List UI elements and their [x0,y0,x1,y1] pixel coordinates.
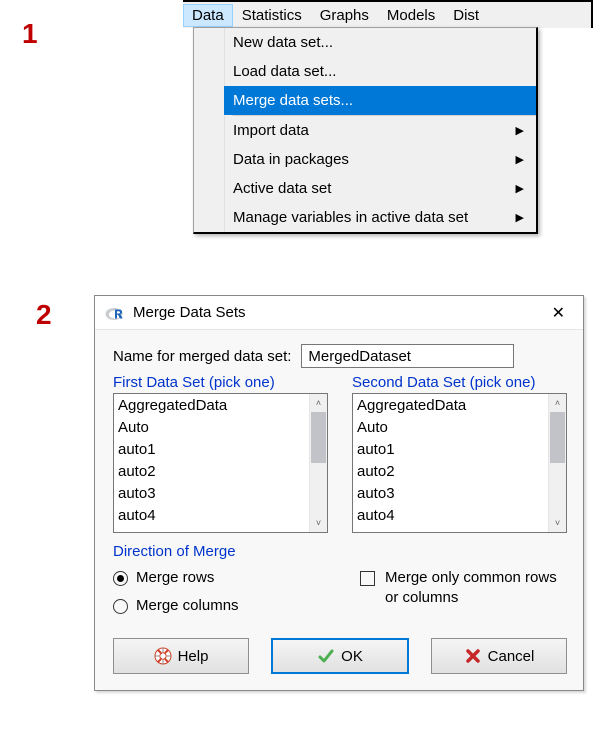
first-data-set-label: First Data Set (pick one) [113,374,328,391]
radio-label: Merge columns [136,592,239,620]
menu-item-label: New data set... [233,34,333,51]
scrollbar[interactable]: ˄ ˅ [548,394,566,532]
second-data-set-listbox[interactable]: AggregatedData Auto auto1 auto2 auto3 au… [352,393,567,533]
menu-item-label: Load data set... [233,63,336,80]
lifebuoy-icon [154,647,172,665]
list-item[interactable]: Auto [118,417,305,439]
merge-data-sets-dialog: Merge Data Sets ✕ Name for merged data s… [94,295,584,691]
dialog-titlebar: Merge Data Sets ✕ [95,296,583,330]
scroll-thumb[interactable] [550,412,565,463]
menu-statistics[interactable]: Statistics [233,4,311,27]
menu-item-label: Active data set [233,180,331,197]
menu-graphs[interactable]: Graphs [311,4,378,27]
radio-label: Merge rows [136,564,214,592]
chevron-right-icon: ▶ [516,182,524,195]
list-item[interactable]: auto4 [357,505,544,527]
list-item[interactable]: auto1 [118,439,305,461]
direction-of-merge-label: Direction of Merge [113,543,567,560]
list-item[interactable]: Auto [357,417,544,439]
second-data-set-label: Second Data Set (pick one) [352,374,567,391]
chevron-right-icon: ▶ [516,124,524,137]
chevron-right-icon: ▶ [516,153,524,166]
chevron-right-icon: ▶ [516,211,524,224]
scroll-down-icon[interactable]: ˅ [310,514,327,532]
button-label: Cancel [488,648,535,665]
list-item[interactable]: auto2 [118,461,305,483]
menu-item-label: Import data [233,122,309,139]
menu-item-active-data-set[interactable]: Active data set ▶ [224,174,536,203]
menu-item-import-data[interactable]: Import data ▶ [224,116,536,145]
menu-item-data-in-packages[interactable]: Data in packages ▶ [224,145,536,174]
list-item[interactable]: AggregatedData [357,395,544,417]
close-button[interactable]: ✕ [544,299,573,327]
annotation-1: 1 [22,18,38,50]
check-icon [317,647,335,665]
menubar: Data Statistics Graphs Models Dist [183,0,593,28]
first-data-set-listbox[interactable]: AggregatedData Auto auto1 auto2 auto3 au… [113,393,328,533]
merge-columns-radio[interactable]: Merge columns [113,592,320,620]
menu-item-label: Data in packages [233,151,349,168]
menu-data[interactable]: Data [183,4,233,27]
scroll-thumb[interactable] [311,412,326,463]
list-item[interactable]: auto3 [118,483,305,505]
menu-item-new-data-set[interactable]: New data set... [224,28,536,57]
list-item[interactable]: AggregatedData [118,395,305,417]
dialog-title: Merge Data Sets [133,304,246,321]
list-item[interactable]: auto2 [357,461,544,483]
data-dropdown: New data set... Load data set... Merge d… [193,27,538,234]
radio-icon [113,571,128,586]
menu-item-label: Manage variables in active data set [233,209,468,226]
name-label: Name for merged data set: [113,348,291,365]
menu-item-merge-data-sets[interactable]: Merge data sets... [224,86,536,115]
scroll-up-icon[interactable]: ˄ [549,394,566,412]
scrollbar[interactable]: ˄ ˅ [309,394,327,532]
radio-icon [113,599,128,614]
menu-item-load-data-set[interactable]: Load data set... [224,57,536,86]
checkbox-icon [360,571,375,586]
menu-item-manage-variables[interactable]: Manage variables in active data set ▶ [224,203,536,232]
r-app-icon [105,305,125,321]
merged-name-input[interactable] [301,344,514,368]
button-label: OK [341,648,363,665]
scroll-down-icon[interactable]: ˅ [549,514,566,532]
button-label: Help [178,648,209,665]
menu-models[interactable]: Models [378,4,444,27]
menu-item-label: Merge data sets... [233,92,353,109]
checkbox-label: Merge only common rows or columns [385,568,567,608]
scroll-up-icon[interactable]: ˄ [310,394,327,412]
annotation-2: 2 [36,299,52,331]
merge-only-common-checkbox[interactable]: Merge only common rows or columns [360,564,567,620]
list-item[interactable]: auto1 [357,439,544,461]
list-item[interactable]: auto4 [118,505,305,527]
list-item[interactable]: auto3 [357,483,544,505]
x-icon [464,647,482,665]
menu-dist[interactable]: Dist [444,4,488,27]
help-button[interactable]: Help [113,638,249,674]
merge-rows-radio[interactable]: Merge rows [113,564,320,592]
cancel-button[interactable]: Cancel [431,638,567,674]
ok-button[interactable]: OK [271,638,409,674]
